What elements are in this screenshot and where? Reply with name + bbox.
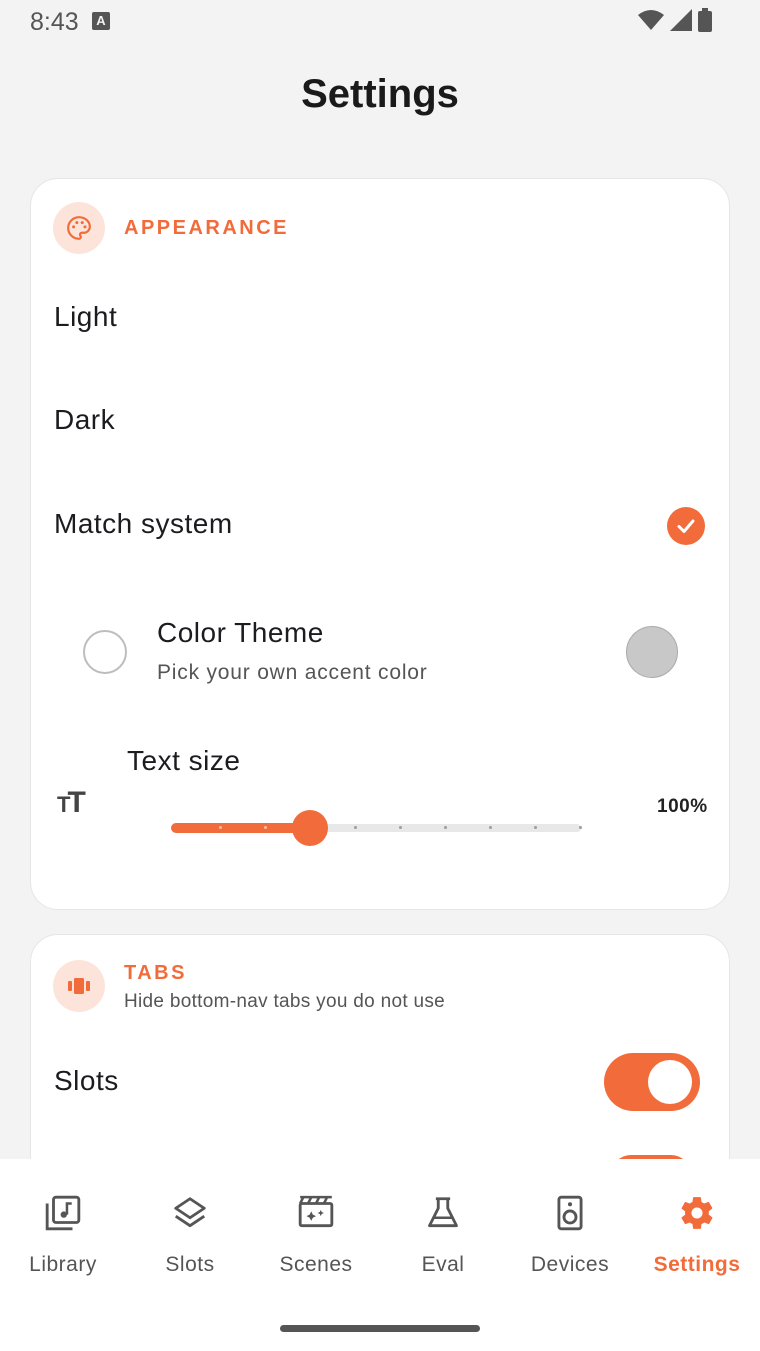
gear-icon bbox=[677, 1193, 717, 1233]
nav-label: Slots bbox=[165, 1253, 215, 1276]
nav-label: Scenes bbox=[279, 1253, 353, 1276]
nav-scenes[interactable]: Scenes bbox=[253, 1183, 379, 1283]
home-indicator[interactable] bbox=[280, 1325, 480, 1332]
nav-devices[interactable]: Devices bbox=[507, 1183, 633, 1283]
slider-tick bbox=[489, 826, 492, 829]
color-theme-radio[interactable] bbox=[83, 630, 127, 674]
nav-library[interactable]: Library bbox=[0, 1183, 126, 1283]
status-icons bbox=[638, 8, 712, 32]
view-carousel-icon bbox=[53, 960, 105, 1012]
nav-label: Library bbox=[29, 1253, 97, 1276]
color-theme-title: Color Theme bbox=[157, 617, 324, 648]
status-time: 8:43 bbox=[30, 8, 79, 36]
text-size-icon-big-t: T bbox=[67, 786, 85, 819]
slider-tick bbox=[399, 826, 402, 829]
appearance-card: APPEARANCE Light Dark Match system Color… bbox=[30, 178, 730, 910]
slider-tick bbox=[219, 826, 222, 829]
nav-settings[interactable]: Settings bbox=[634, 1183, 760, 1283]
accent-color-swatch[interactable] bbox=[626, 626, 678, 678]
slider-thumb[interactable] bbox=[292, 810, 328, 846]
slider-fill bbox=[171, 823, 310, 833]
bottom-nav: Library Slots Scenes Eval Devices Settin… bbox=[0, 1159, 760, 1351]
tabs-section-title: TABS bbox=[124, 962, 187, 984]
page-title: Settings bbox=[301, 72, 459, 116]
color-theme-subtitle: Pick your own accent color bbox=[157, 661, 428, 684]
text-size-icon: TT bbox=[57, 786, 86, 820]
theme-option-light[interactable]: Light bbox=[54, 301, 117, 333]
slider-tick bbox=[444, 826, 447, 829]
status-bar: 8:43 A bbox=[0, 0, 760, 46]
appearance-section-title: APPEARANCE bbox=[124, 217, 290, 239]
layers-icon bbox=[170, 1193, 210, 1233]
toggle-knob bbox=[648, 1060, 692, 1104]
nav-eval[interactable]: Eval bbox=[380, 1183, 506, 1283]
text-size-title: Text size bbox=[127, 745, 241, 776]
theme-option-match-system[interactable]: Match system bbox=[54, 508, 233, 540]
signal-icon bbox=[670, 9, 692, 31]
nav-label: Settings bbox=[653, 1253, 741, 1276]
slider-tick bbox=[264, 826, 267, 829]
text-size-icon-small-t: T bbox=[57, 792, 71, 817]
tab-toggle-label-slots: Slots bbox=[54, 1065, 119, 1096]
slider-tick bbox=[534, 826, 537, 829]
slider-tick bbox=[579, 826, 582, 829]
tabs-section-subtitle: Hide bottom-nav tabs you do not use bbox=[124, 991, 446, 1012]
slider-tick bbox=[354, 826, 357, 829]
library-icon bbox=[43, 1193, 83, 1233]
movie-icon bbox=[296, 1193, 336, 1233]
flask-icon bbox=[423, 1193, 463, 1233]
wifi-icon bbox=[638, 10, 664, 30]
notification-a-icon: A bbox=[92, 12, 110, 30]
theme-option-dark[interactable]: Dark bbox=[54, 404, 115, 436]
nav-slots[interactable]: Slots bbox=[127, 1183, 253, 1283]
speaker-icon bbox=[550, 1193, 590, 1233]
text-size-value: 100% bbox=[657, 796, 708, 817]
slots-toggle[interactable] bbox=[604, 1053, 700, 1111]
text-size-slider[interactable] bbox=[171, 809, 583, 849]
checkmark-icon bbox=[667, 507, 705, 545]
nav-label: Devices bbox=[530, 1253, 610, 1276]
battery-icon bbox=[698, 8, 712, 32]
palette-icon bbox=[53, 202, 105, 254]
nav-label: Eval bbox=[421, 1253, 465, 1276]
